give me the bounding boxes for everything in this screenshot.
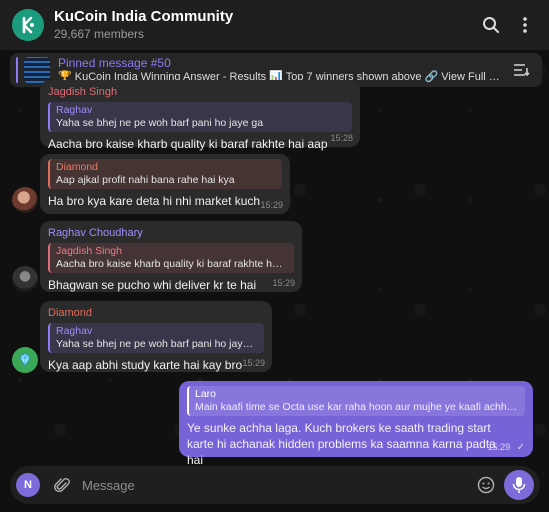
reply-text: Yaha se bhej ne pe woh barf pani ho jaye… xyxy=(56,338,258,350)
message-time: 15:28 xyxy=(330,133,353,143)
message-text: Bhagwan se pucho whi deliver kr te hai xyxy=(48,278,257,292)
kucoin-logo-icon xyxy=(22,16,34,34)
message-time: 15:29 ✓ xyxy=(488,442,525,453)
message-bubble[interactable]: Jagdish Singh Raghav Yaha se bhej ne pe … xyxy=(40,80,360,151)
reply-sender: Diamond xyxy=(56,161,99,173)
message-time: 15:29 xyxy=(242,358,265,368)
user-avatar[interactable] xyxy=(12,266,38,292)
message-time: 15:29 xyxy=(260,200,283,210)
pinned-title: Pinned message #50 xyxy=(58,56,171,70)
more-options-icon[interactable] xyxy=(513,13,537,37)
send-as-avatar[interactable]: N xyxy=(16,473,40,497)
outgoing-message-bubble[interactable]: Laro Main kaafi time se Octa use kar rah… xyxy=(179,381,533,467)
pinned-thumbnail xyxy=(24,57,50,83)
message-time: 15:29 xyxy=(272,278,295,288)
reply-sender: Raghav xyxy=(56,325,93,337)
microphone-button[interactable] xyxy=(504,470,534,500)
message-input[interactable] xyxy=(82,477,474,493)
header-text[interactable]: KuCoin India Community 29,667 members xyxy=(54,8,469,42)
message-text: Ye sunke achha laga. Kuch brokers ke saa… xyxy=(187,421,496,467)
message-text: Ha bro kya kare deta hi nhi market kuch xyxy=(48,194,261,208)
attach-icon[interactable] xyxy=(50,473,74,497)
sender-name[interactable]: Diamond xyxy=(48,306,264,320)
sender-name[interactable]: Raghav Choudhary xyxy=(48,226,294,240)
group-title: KuCoin India Community xyxy=(54,8,234,25)
reply-quote[interactable]: Laro Main kaafi time se Octa use kar rah… xyxy=(187,386,525,416)
group-avatar[interactable] xyxy=(12,9,44,41)
reply-quote[interactable]: Jagdish Singh Aacha bro kaise kharb qual… xyxy=(48,243,294,273)
message-text: Kya aap abhi study karte hai kay bro xyxy=(48,358,243,372)
message-bubble[interactable]: Diamond Aap ajkal profit nahi bana rahe … xyxy=(40,154,290,214)
reply-sender: Jagdish Singh xyxy=(56,245,122,257)
reply-quote[interactable]: Raghav Yaha se bhej ne pe woh barf pani … xyxy=(48,102,352,132)
reply-quote[interactable]: Diamond Aap ajkal profit nahi bana rahe … xyxy=(48,159,282,189)
reply-text: Aap ajkal profit nahi bana rahe hai kya xyxy=(56,174,235,186)
chat-header[interactable]: KuCoin India Community 29,667 members xyxy=(0,0,549,50)
user-avatar[interactable] xyxy=(12,347,38,373)
message-text: Aacha bro kaise kharb quality ki baraf r… xyxy=(48,137,328,151)
message-bubble[interactable]: Diamond Raghav Yaha se bhej ne pe woh ba… xyxy=(40,301,272,372)
diamond-icon xyxy=(19,353,31,367)
search-icon[interactable] xyxy=(479,13,503,37)
microphone-icon xyxy=(512,477,526,493)
message-composer[interactable]: N xyxy=(10,466,540,504)
member-count: 29,667 members xyxy=(54,27,145,41)
time-value: 15:29 xyxy=(487,442,511,452)
reply-sender: Laro xyxy=(195,388,217,400)
reply-quote[interactable]: Raghav Yaha se bhej ne pe woh barf pani … xyxy=(48,323,264,353)
pinned-list-icon[interactable] xyxy=(510,58,534,82)
read-check-icon: ✓ xyxy=(516,442,525,453)
reply-text: Aacha bro kaise kharb quality ki baraf r… xyxy=(56,258,288,270)
message-bubble[interactable]: Raghav Choudhary Jagdish Singh Aacha bro… xyxy=(40,221,302,292)
reply-text: Main kaafi time se Octa use kar raha hoo… xyxy=(195,401,519,413)
sender-name[interactable]: Jagdish Singh xyxy=(48,85,352,99)
user-avatar[interactable] xyxy=(12,187,38,213)
emoji-icon[interactable] xyxy=(474,473,498,497)
reply-sender: Raghav xyxy=(56,104,93,116)
pin-indicator xyxy=(16,57,18,83)
reply-text: Yaha se bhej ne pe woh barf pani ho jaye… xyxy=(56,117,264,129)
